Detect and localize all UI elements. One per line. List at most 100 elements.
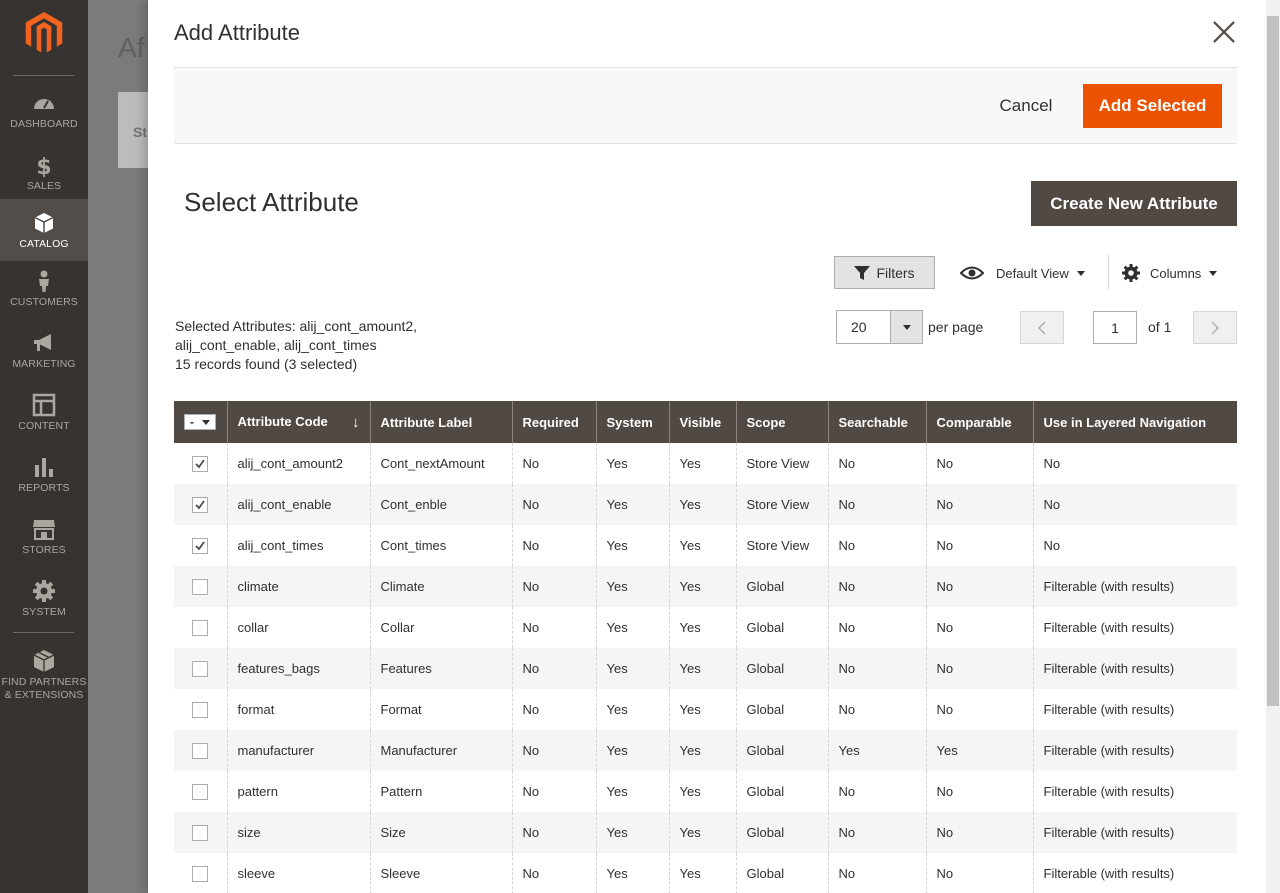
records-found: 15 records found (3 selected) xyxy=(175,356,358,372)
cell-comparable: No xyxy=(925,484,1033,525)
page-number-input[interactable] xyxy=(1093,311,1137,344)
row-checkbox[interactable] xyxy=(192,783,209,800)
chevron-left-icon xyxy=(1038,320,1046,335)
sidebar-item-stores[interactable]: STORES xyxy=(0,509,88,571)
table-row[interactable]: climate Climate No Yes Yes Global No No Filterab… xyxy=(174,566,1237,607)
row-checkbox[interactable] xyxy=(192,455,209,472)
add-selected-button[interactable]: Add Selected xyxy=(1083,84,1222,128)
sidebar-item-dashboard[interactable]: DASHBOARD xyxy=(0,83,88,145)
cell-layered-navigation: Filterable (with results) xyxy=(1032,771,1237,812)
row-checkbox[interactable] xyxy=(192,865,209,882)
table-row[interactable]: alij_cont_times Cont_times No Yes Yes Store V… xyxy=(174,525,1237,566)
modal-action-bar: Cancel Add Selected xyxy=(174,67,1237,144)
row-checkbox[interactable] xyxy=(192,742,209,759)
cell-system: Yes xyxy=(595,730,669,771)
column-header-layered-navigation[interactable]: Use in Layered Navigation xyxy=(1032,401,1237,443)
sidebar-item-reports[interactable]: REPORTS xyxy=(0,447,88,509)
cell-attribute-label: Climate xyxy=(369,566,512,607)
column-header-scope[interactable]: Scope xyxy=(735,401,828,443)
row-checkbox[interactable] xyxy=(192,660,209,677)
cell-visible: Yes xyxy=(668,443,736,484)
chevron-down-icon xyxy=(202,419,210,425)
prev-page-button[interactable] xyxy=(1020,311,1064,344)
sidebar-item-system[interactable]: SYSTEM xyxy=(0,571,88,633)
row-checkbox[interactable] xyxy=(192,537,209,554)
row-checkbox[interactable] xyxy=(192,496,209,513)
sidebar-item-find[interactable]: FIND PARTNERS & EXTENSIONS xyxy=(0,641,88,703)
columns-button[interactable]: Columns xyxy=(1122,258,1218,288)
cell-attribute-code: pattern xyxy=(226,771,370,812)
sort-arrow-icon: ↓ xyxy=(352,413,360,431)
magento-logo-icon[interactable] xyxy=(24,12,64,54)
cell-layered-navigation: Filterable (with results) xyxy=(1032,812,1237,853)
table-row[interactable]: alij_cont_amount2 Cont_nextAmount No Yes Yes… xyxy=(174,443,1237,484)
per-page-toggle[interactable] xyxy=(890,311,922,343)
sidebar-divider xyxy=(13,75,74,76)
cell-required: No xyxy=(511,607,596,648)
row-select-cell xyxy=(174,689,227,730)
column-header-visible[interactable]: Visible xyxy=(668,401,736,443)
cell-scope: Global xyxy=(735,730,828,771)
cubes-icon xyxy=(33,650,55,672)
cell-comparable: No xyxy=(925,689,1033,730)
cell-system: Yes xyxy=(595,853,669,893)
row-checkbox[interactable] xyxy=(192,619,209,636)
cell-searchable: No xyxy=(827,812,926,853)
row-select-cell xyxy=(174,730,227,771)
cell-searchable: No xyxy=(827,566,926,607)
toolbar-divider xyxy=(1108,255,1109,289)
cell-system: Yes xyxy=(595,607,669,648)
row-select-cell xyxy=(174,812,227,853)
sidebar-item-label: FIND PARTNERS & EXTENSIONS xyxy=(1,676,87,701)
sidebar-item-content[interactable]: CONTENT xyxy=(0,385,88,447)
cancel-button[interactable]: Cancel xyxy=(982,84,1070,128)
next-page-button[interactable] xyxy=(1193,311,1237,344)
cell-searchable: No xyxy=(827,443,926,484)
column-header-comparable[interactable]: Comparable xyxy=(925,401,1033,443)
sidebar-item-catalog[interactable]: CATALOG xyxy=(0,199,88,261)
cell-system: Yes xyxy=(595,443,669,484)
page-total: of 1 xyxy=(1148,319,1172,335)
column-header-attribute-code[interactable]: Attribute Code ↓ xyxy=(226,401,370,443)
sidebar-item-marketing[interactable]: MARKETING xyxy=(0,323,88,385)
per-page-select[interactable]: 20 xyxy=(836,310,923,344)
scrollbar-thumb[interactable] xyxy=(1267,16,1279,706)
row-checkbox[interactable] xyxy=(192,701,209,718)
cell-attribute-code: collar xyxy=(226,607,370,648)
cell-comparable: No xyxy=(925,771,1033,812)
cell-layered-navigation: No xyxy=(1032,484,1237,525)
chevron-down-icon xyxy=(1076,270,1085,276)
cell-attribute-label: Cont_enble xyxy=(369,484,512,525)
mass-select-dropdown[interactable]: - xyxy=(184,414,216,431)
chevron-right-icon xyxy=(1211,320,1219,335)
table-row[interactable]: size Size No Yes Yes Global No No Filterable (wi… xyxy=(174,812,1237,853)
create-new-attribute-button[interactable]: Create New Attribute xyxy=(1031,181,1237,226)
column-header-system[interactable]: System xyxy=(595,401,669,443)
table-row[interactable]: pattern Pattern No Yes Yes Global No No Filterab… xyxy=(174,771,1237,812)
view-switcher[interactable]: Default View xyxy=(960,258,1085,288)
cell-required: No xyxy=(511,525,596,566)
table-row[interactable]: manufacturer Manufacturer No Yes Yes Global Ye… xyxy=(174,730,1237,771)
megaphone-icon xyxy=(34,334,51,351)
column-header-attribute-label[interactable]: Attribute Label xyxy=(369,401,512,443)
store-icon xyxy=(33,520,55,540)
close-icon[interactable] xyxy=(1210,18,1238,46)
cell-attribute-code: alij_cont_enable xyxy=(226,484,370,525)
sidebar-item-label: CUSTOMERS xyxy=(10,296,78,308)
table-row[interactable]: format Format No Yes Yes Global No No Filterable… xyxy=(174,689,1237,730)
dollar-icon: $ xyxy=(36,155,51,177)
table-row[interactable]: collar Collar No Yes Yes Global No No Filterable… xyxy=(174,607,1237,648)
column-header-required[interactable]: Required xyxy=(511,401,596,443)
table-row[interactable]: alij_cont_enable Cont_enble No Yes Yes Store … xyxy=(174,484,1237,525)
sidebar-item-sales[interactable]: $ SALES xyxy=(0,145,88,207)
cell-searchable: No xyxy=(827,607,926,648)
table-row[interactable]: sleeve Sleeve No Yes Yes Global No No Filterable… xyxy=(174,853,1237,893)
filters-button[interactable]: Filters xyxy=(834,256,935,289)
row-checkbox[interactable] xyxy=(192,578,209,595)
table-row[interactable]: features_bags Features No Yes Yes Global No No F… xyxy=(174,648,1237,689)
cell-visible: Yes xyxy=(668,730,736,771)
column-header-searchable[interactable]: Searchable xyxy=(827,401,926,443)
sidebar-item-customers[interactable]: CUSTOMERS xyxy=(0,261,88,323)
row-checkbox[interactable] xyxy=(192,824,209,841)
cell-attribute-label: Pattern xyxy=(369,771,512,812)
